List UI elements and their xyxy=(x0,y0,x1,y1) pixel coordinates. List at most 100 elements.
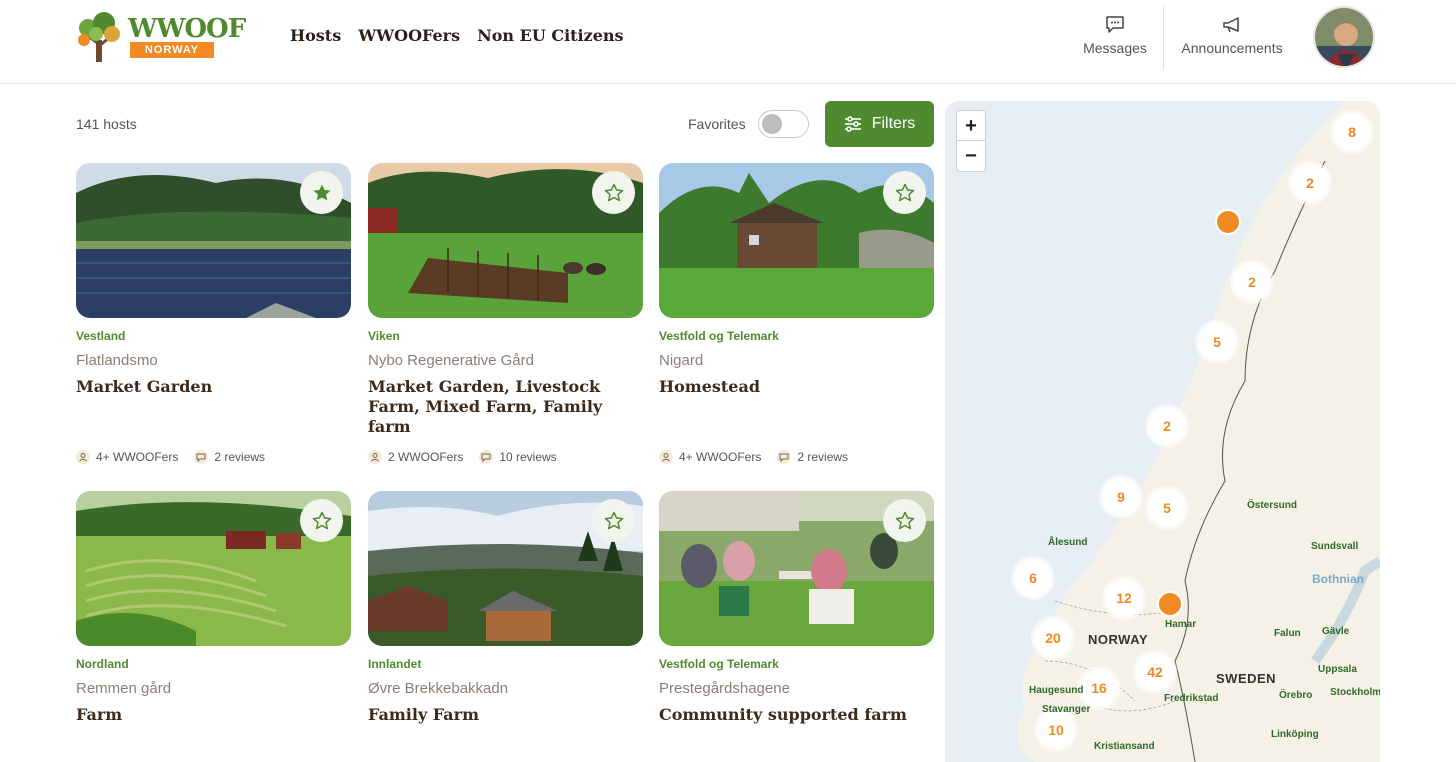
host-region: Innlandet xyxy=(368,657,422,671)
favorite-button[interactable] xyxy=(592,171,635,214)
map-cluster[interactable]: 16 xyxy=(1080,669,1118,707)
nav-non-eu-citizens[interactable]: Non EU Citizens xyxy=(477,26,623,45)
zoom-controls: + − xyxy=(956,110,986,172)
favorite-button[interactable] xyxy=(300,171,343,214)
logo-wordmark: WWOOF xyxy=(128,14,246,44)
tree-logo-icon xyxy=(78,12,120,62)
host-photo[interactable] xyxy=(659,491,934,646)
host-card[interactable]: Vestland Flatlandsmo Market Garden 4+ WW… xyxy=(76,163,351,464)
host-type[interactable]: Farm xyxy=(76,705,336,725)
hosts-map[interactable]: + − 8 2 2 5 2 9 5 6 12 20 42 16 10 Öster… xyxy=(945,101,1380,762)
map-cluster[interactable]: 20 xyxy=(1034,619,1072,657)
host-photo[interactable] xyxy=(76,491,351,646)
host-meta: 4+ WWOOFers 2 reviews xyxy=(76,450,265,464)
host-card[interactable]: Nordland Remmen gård Farm xyxy=(76,491,351,724)
city-label: Östersund xyxy=(1247,500,1298,511)
host-photo[interactable] xyxy=(368,491,643,646)
toggle-knob xyxy=(762,114,782,134)
map-cluster[interactable]: 2 xyxy=(1148,407,1186,445)
map-pin[interactable] xyxy=(1215,209,1241,235)
host-photo[interactable] xyxy=(368,163,643,318)
city-label: Kristiansand xyxy=(1094,741,1155,752)
host-photo[interactable] xyxy=(659,163,934,318)
host-card[interactable]: Vestfold og Telemark Prestegårdshagene C… xyxy=(659,491,934,724)
map-cluster[interactable]: 42 xyxy=(1136,653,1174,691)
host-card[interactable]: Innlandet Øvre Brekkebakkadn Family Farm xyxy=(368,491,643,724)
favorite-button[interactable] xyxy=(883,499,926,542)
country-label-sweden: SWEDEN xyxy=(1216,671,1277,686)
favorite-button[interactable] xyxy=(300,499,343,542)
country-label-norway: NORWAY xyxy=(1088,632,1149,647)
map-cluster[interactable]: 10 xyxy=(1037,711,1075,749)
host-type[interactable]: Family Farm xyxy=(368,705,628,725)
star-outline-icon xyxy=(895,511,914,529)
city-label: Sundsvall xyxy=(1311,541,1359,552)
map-cluster[interactable]: 2 xyxy=(1233,263,1271,301)
map-cluster[interactable]: 2 xyxy=(1291,164,1329,202)
host-region: Viken xyxy=(368,329,400,343)
city-label: Ålesund xyxy=(1048,537,1088,548)
host-name: Nybo Regenerative Gård xyxy=(368,352,534,369)
map-cluster[interactable]: 9 xyxy=(1102,478,1140,516)
zoom-out-button[interactable]: − xyxy=(957,141,985,171)
announcements-label: Announcements xyxy=(1181,40,1283,56)
host-photo[interactable] xyxy=(76,163,351,318)
favorites-toggle[interactable] xyxy=(758,110,809,138)
sliders-icon xyxy=(844,116,861,132)
city-label: Falun xyxy=(1274,628,1301,639)
nav-hosts[interactable]: Hosts xyxy=(290,26,341,45)
messages-button[interactable]: Messages xyxy=(1082,14,1148,64)
host-card[interactable]: Vestfold og Telemark Nigard Homestead 4+… xyxy=(659,163,934,464)
site-header: WWOOF NORWAY Hosts WWOOFers Non EU Citiz… xyxy=(0,0,1456,84)
header-divider xyxy=(1163,6,1164,70)
user-avatar[interactable] xyxy=(1313,6,1375,68)
hosts-count: 141 hosts xyxy=(76,116,137,132)
sea-label: Bothnian xyxy=(1312,572,1364,586)
map-cluster[interactable]: 8 xyxy=(1333,113,1371,151)
avatar-photo xyxy=(1315,8,1373,66)
city-label: Gävle xyxy=(1322,626,1350,637)
logo-country: NORWAY xyxy=(130,42,214,58)
nav-wwoofers[interactable]: WWOOFers xyxy=(358,26,460,45)
host-name: Remmen gård xyxy=(76,680,172,697)
person-icon xyxy=(659,450,673,464)
city-label: Haugesund xyxy=(1029,685,1084,696)
main-nav: Hosts WWOOFers Non EU Citizens xyxy=(290,26,624,45)
comment-icon xyxy=(194,450,209,464)
star-outline-icon xyxy=(312,511,331,529)
host-type[interactable]: Community supported farm xyxy=(659,705,919,725)
host-name: Øvre Brekkebakkadn xyxy=(368,680,509,697)
map-cluster[interactable]: 12 xyxy=(1105,579,1143,617)
host-type[interactable]: Market Garden xyxy=(76,377,336,397)
host-name: Flatlandsmo xyxy=(76,352,158,369)
host-type[interactable]: Homestead xyxy=(659,377,919,397)
filters-label: Filters xyxy=(871,115,916,132)
map-cluster[interactable]: 5 xyxy=(1198,323,1236,361)
host-meta: 2 WWOOFers 10 reviews xyxy=(368,450,557,464)
map-cluster[interactable]: 5 xyxy=(1148,489,1186,527)
favorite-button[interactable] xyxy=(883,171,926,214)
host-name: Prestegårdshagene xyxy=(659,680,790,697)
announcements-button[interactable]: Announcements xyxy=(1178,14,1286,64)
city-label: Örebro xyxy=(1279,690,1313,701)
host-region: Nordland xyxy=(76,657,129,671)
wwoofers-count: 2 WWOOFers xyxy=(388,450,464,464)
comment-icon xyxy=(777,450,792,464)
host-region: Vestfold og Telemark xyxy=(659,657,779,671)
wwoofers-count: 4+ WWOOFers xyxy=(679,450,762,464)
host-type[interactable]: Market Garden, Livestock Farm, Mixed Far… xyxy=(368,377,628,437)
city-label: Linköping xyxy=(1271,729,1319,740)
map-cluster[interactable]: 6 xyxy=(1014,559,1052,597)
reviews-count: 2 reviews xyxy=(214,450,266,464)
favorites-label: Favorites xyxy=(688,116,746,132)
map-pin[interactable] xyxy=(1157,591,1183,617)
favorite-button[interactable] xyxy=(592,499,635,542)
star-outline-icon xyxy=(895,183,914,201)
zoom-in-button[interactable]: + xyxy=(957,111,985,141)
wwoof-norway-logo[interactable]: WWOOF NORWAY xyxy=(74,10,246,66)
filters-button[interactable]: Filters xyxy=(825,101,934,147)
host-card[interactable]: Viken Nybo Regenerative Gård Market Gard… xyxy=(368,163,643,464)
reviews-count: 10 reviews xyxy=(499,450,557,464)
megaphone-icon xyxy=(1223,17,1239,33)
city-label: Fredrikstad xyxy=(1164,693,1219,704)
